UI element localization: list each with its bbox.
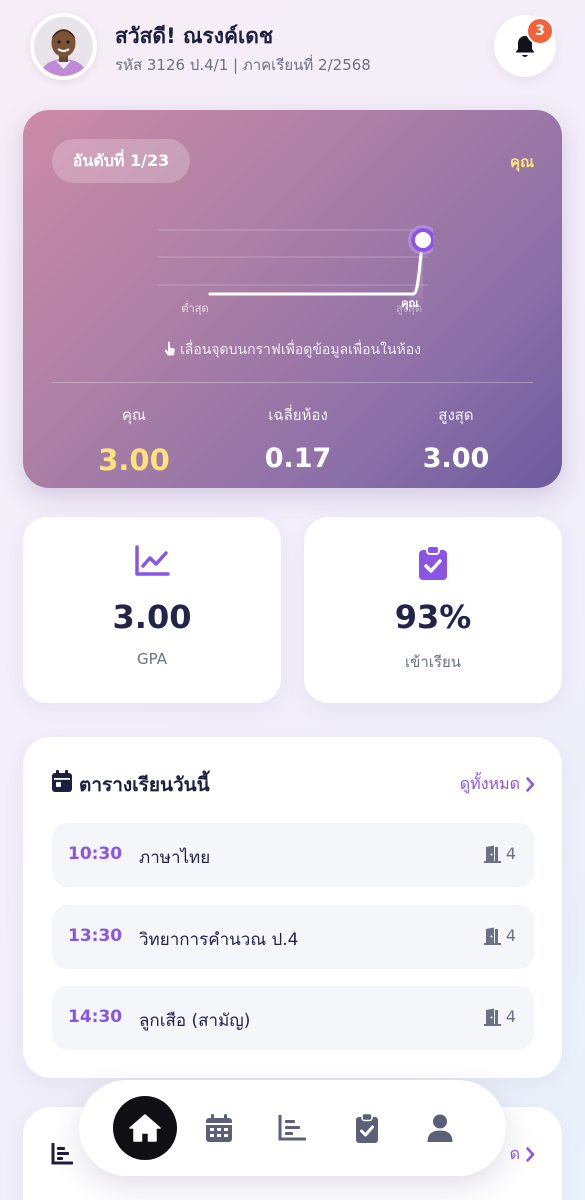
calendar-icon: [52, 770, 72, 796]
room-number: 4: [505, 844, 516, 863]
nav-home[interactable]: [113, 1096, 177, 1160]
attendance-card[interactable]: 93% เข้าเรียน: [304, 517, 562, 703]
door-icon: [483, 1008, 501, 1026]
class-subject: ภาษาไทย: [139, 848, 211, 868]
chevron-right-icon: [526, 1147, 535, 1162]
chart-line-icon: [23, 545, 281, 577]
bottom-nav: [79, 1080, 506, 1176]
attendance-label: เข้าเรียน: [404, 653, 462, 671]
stat-class-average: เฉลี่ยห้อง 0.17: [218, 403, 378, 474]
nav-schedule[interactable]: [203, 1080, 235, 1176]
stat-label: เฉลี่ยห้อง: [268, 406, 328, 424]
stat-value: 0.17: [264, 443, 332, 474]
schedule-title: ตารางเรียนวันนี้: [79, 774, 210, 796]
gpa-label: GPA: [137, 650, 167, 668]
bar-chart-icon: [51, 1142, 74, 1169]
door-icon: [483, 845, 501, 863]
class-room: 4: [483, 926, 516, 945]
gpa-value: 3.00: [112, 598, 192, 636]
x-label-low: ต่ำสุด: [181, 300, 208, 315]
see-all-label: ดูทั้งหมด: [459, 774, 520, 793]
schedule-row[interactable]: 13:30 วิทยาการคำนวณ ป.4 4: [52, 905, 534, 969]
class-room: 4: [483, 1007, 516, 1026]
chart-line: [208, 238, 425, 296]
rank-pill: อันดับที่ 1/23: [52, 139, 190, 183]
room-number: 4: [505, 926, 516, 945]
class-subject: ลูกเสือ (สามัญ): [139, 1011, 251, 1031]
door-icon: [483, 927, 501, 945]
stat-value: 3.00: [422, 443, 490, 474]
you-point: [411, 228, 433, 252]
clipboard-icon: [356, 1113, 378, 1143]
greeting: สวัสดี! ณรงค์เดช: [115, 24, 274, 48]
rank-chart[interactable]: ต่ำสุด สูงสุด คุณ: [153, 210, 433, 325]
notification-badge: 3: [526, 17, 554, 45]
class-time: 13:30: [68, 926, 123, 946]
user-icon: [427, 1114, 453, 1142]
see-all-label: ด: [509, 1144, 520, 1163]
grades-see-all-link[interactable]: ด: [510, 1142, 535, 1167]
schedule-row[interactable]: 14:30 ลูกเสือ (สามัญ) 4: [52, 986, 534, 1050]
rank-card: อันดับที่ 1/23 คุณ ต่ำสุด สูงสุด คุณ เลื…: [23, 110, 562, 488]
hand-pointer-icon: [164, 341, 176, 360]
stat-label: สูงสุด: [438, 406, 474, 424]
class-time: 14:30: [68, 1007, 123, 1027]
room-number: 4: [505, 1007, 516, 1026]
header: สวัสดี! ณรงค์เดช รหัส 3126 ป.4/1 | ภาคเร…: [0, 0, 585, 95]
chart-tip: เลื่อนจุดบนกราฟเพื่อดูข้อมูลเพื่อนในห้อง: [23, 339, 562, 361]
chevron-right-icon: [526, 777, 535, 792]
nav-profile[interactable]: [424, 1080, 456, 1176]
avatar[interactable]: [30, 13, 97, 80]
stat-value: 3.00: [98, 443, 170, 477]
home-icon: [129, 1114, 161, 1142]
you-label: คุณ: [510, 153, 534, 171]
stat-label: คุณ: [122, 406, 146, 424]
class-subject: วิทยาการคำนวณ ป.4: [139, 930, 299, 950]
clipboard-check-icon: [304, 545, 562, 581]
divider: [52, 382, 533, 383]
class-room: 4: [483, 844, 516, 863]
schedule-see-all-link[interactable]: ดูทั้งหมด: [460, 772, 535, 797]
attendance-value: 93%: [394, 598, 472, 636]
nav-attendance[interactable]: [351, 1080, 383, 1176]
schedule-card: ตารางเรียนวันนี้ ดูทั้งหมด 10:30 ภาษาไทย…: [23, 737, 562, 1078]
gpa-card[interactable]: 3.00 GPA: [23, 517, 281, 703]
student-info: รหัส 3126 ป.4/1 | ภาคเรียนที่ 2/2568: [115, 56, 371, 74]
x-label-you: คุณ: [401, 297, 419, 311]
stat-you: คุณ 3.00: [54, 403, 214, 477]
chart-icon: [278, 1115, 306, 1141]
nav-grades[interactable]: [276, 1080, 308, 1176]
chart-tip-text: เลื่อนจุดบนกราฟเพื่อดูข้อมูลเพื่อนในห้อง: [179, 342, 422, 358]
stat-max: สูงสุด 3.00: [376, 403, 536, 474]
schedule-row[interactable]: 10:30 ภาษาไทย 4: [52, 823, 534, 887]
calendar-icon: [206, 1114, 232, 1142]
class-time: 10:30: [68, 844, 123, 864]
